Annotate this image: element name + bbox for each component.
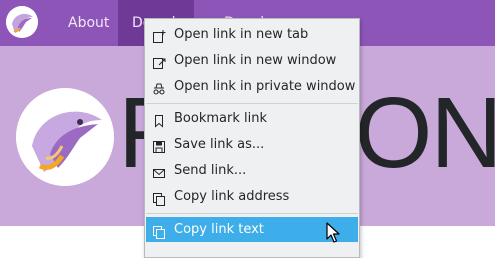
menu-item-copy-link-address[interactable]: Copy link address [146, 184, 358, 209]
nav-about[interactable]: About [54, 0, 123, 46]
mouse-cursor-icon [326, 222, 340, 243]
falkon-logo-small[interactable] [6, 6, 38, 38]
menu-item-send-link[interactable]: Send link... [146, 158, 358, 183]
new-window-icon [152, 54, 166, 69]
menu-item-label: Bookmark link [174, 111, 267, 126]
menu-item-label: Copy link address [174, 189, 290, 204]
save-icon [152, 138, 166, 153]
new-tab-icon [152, 28, 166, 43]
menu-item-label: Copy link text [174, 222, 264, 237]
menu-separator [146, 103, 358, 104]
menu-item-open-new-window[interactable]: Open link in new window [146, 48, 358, 73]
menu-item-save-link-as[interactable]: Save link as... [146, 132, 358, 157]
bookmark-icon [152, 112, 166, 128]
falkon-logo-large [16, 88, 114, 186]
send-mail-icon [152, 164, 166, 178]
copy-icon [152, 223, 166, 239]
private-window-icon [152, 80, 166, 95]
menu-item-label: Open link in private window [174, 79, 356, 94]
menu-item-open-private-window[interactable]: Open link in private window [146, 74, 358, 99]
menu-item-bookmark-link[interactable]: Bookmark link [146, 106, 358, 131]
menu-item-label: Send link... [174, 163, 247, 178]
menu-separator [146, 213, 358, 214]
menu-item-label: Open link in new window [174, 53, 337, 68]
menu-item-label: Save link as... [174, 137, 265, 152]
copy-icon [152, 190, 166, 206]
menu-item-label: Open link in new tab [174, 27, 309, 42]
menu-item-open-new-tab[interactable]: Open link in new tab [146, 22, 358, 47]
